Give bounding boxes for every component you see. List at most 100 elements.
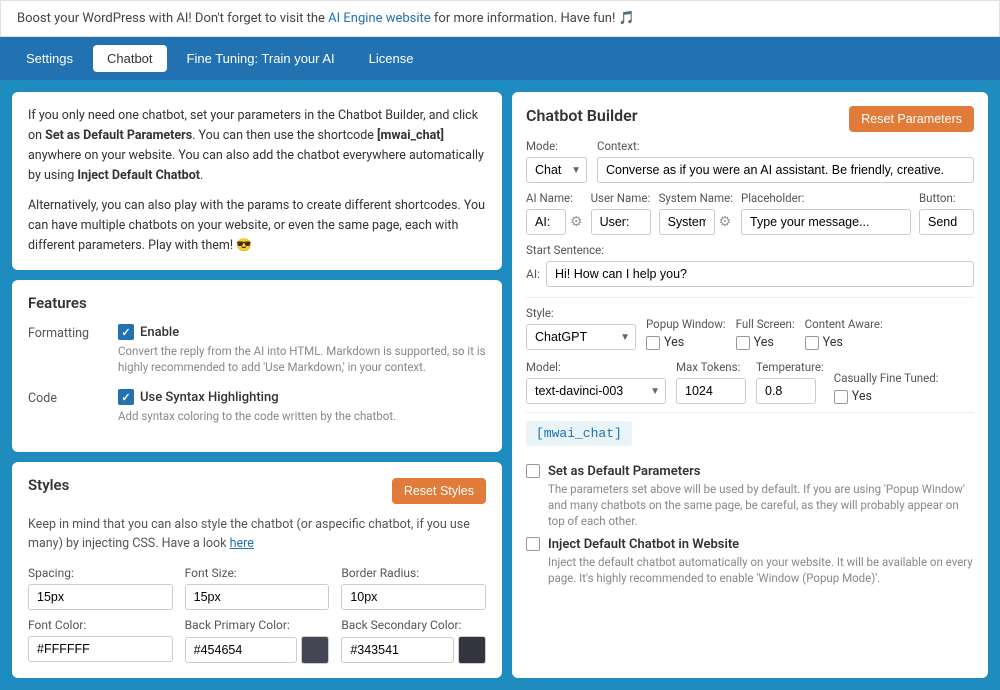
back-primary-swatch[interactable] bbox=[301, 636, 329, 664]
style-select[interactable]: ChatGPT bbox=[526, 324, 636, 350]
spacing-input[interactable] bbox=[28, 584, 173, 610]
inject-checkbox[interactable] bbox=[526, 537, 540, 551]
content-aware-group: Content Aware: Yes bbox=[805, 317, 883, 350]
placeholder-input[interactable] bbox=[741, 209, 911, 235]
content-aware-label: Content Aware: bbox=[805, 317, 883, 331]
start-sentence-input[interactable] bbox=[546, 261, 974, 287]
back-primary-input[interactable] bbox=[185, 637, 298, 663]
font-color-label: Font Color: bbox=[28, 618, 173, 632]
intro-bold2: Inject Default Chatbot bbox=[77, 168, 200, 183]
system-name-group: System Name: ⚙ bbox=[659, 191, 733, 235]
styles-grid: Spacing: Font Size: Border Radius: Font … bbox=[28, 566, 486, 664]
button-input[interactable] bbox=[919, 209, 974, 235]
top-notice: Boost your WordPress with AI! Don't forg… bbox=[0, 0, 1000, 37]
ai-name-input[interactable] bbox=[526, 209, 566, 235]
button-label: Button: bbox=[919, 191, 974, 205]
style-group: Style: ChatGPT ▼ bbox=[526, 306, 636, 350]
intro-code1: [mwai_chat] bbox=[377, 128, 444, 143]
inject-row: Inject Default Chatbot in Website Inject… bbox=[526, 537, 974, 586]
chatbot-builder-panel: Chatbot Builder Reset Parameters Mode: C… bbox=[512, 92, 988, 678]
code-checkbox[interactable] bbox=[118, 389, 134, 405]
popup-window-check-group: Yes bbox=[646, 335, 726, 350]
shortcode-badge: [mwai_chat] bbox=[526, 421, 632, 446]
tab-settings[interactable]: Settings bbox=[12, 45, 87, 72]
intro-text4: . bbox=[200, 168, 203, 183]
formatting-desc: Convert the reply from the AI into HTML.… bbox=[118, 343, 486, 375]
back-primary-wrap bbox=[185, 636, 330, 664]
model-select-wrap: text-davinci-003 ▼ bbox=[526, 378, 666, 404]
model-select[interactable]: text-davinci-003 bbox=[526, 378, 666, 404]
spacing-field: Spacing: bbox=[28, 566, 173, 610]
set-default-label: Set as Default Parameters bbox=[548, 464, 700, 479]
start-sentence-group: Start Sentence: AI: bbox=[526, 243, 974, 287]
temperature-label: Temperature: bbox=[756, 360, 824, 374]
system-name-input[interactable] bbox=[659, 209, 715, 235]
formatting-right: Enable Convert the reply from the AI int… bbox=[118, 324, 486, 375]
font-size-input[interactable] bbox=[185, 584, 330, 610]
font-color-input[interactable] bbox=[28, 636, 173, 662]
start-sentence-ai-label: AI: bbox=[526, 267, 540, 281]
temperature-input[interactable] bbox=[756, 378, 816, 404]
back-secondary-input[interactable] bbox=[341, 637, 454, 663]
content-aware-value: Yes bbox=[823, 335, 843, 350]
reset-params-button[interactable]: Reset Parameters bbox=[849, 106, 974, 132]
mode-context-row: Mode: Chat ▼ Context: bbox=[526, 139, 974, 183]
formatting-row: Formatting Enable Convert the reply from… bbox=[28, 324, 486, 375]
code-desc: Add syntax coloring to the code written … bbox=[118, 408, 486, 424]
formatting-checkbox[interactable] bbox=[118, 324, 134, 340]
content-aware-checkbox[interactable] bbox=[805, 336, 819, 350]
set-default-checkbox[interactable] bbox=[526, 464, 540, 478]
set-default-text: Set as Default Parameters The parameters… bbox=[548, 464, 974, 529]
max-tokens-label: Max Tokens: bbox=[676, 360, 746, 374]
intro-box: If you only need one chatbot, set your p… bbox=[12, 92, 502, 270]
mode-label: Mode: bbox=[526, 139, 587, 153]
full-screen-checkbox[interactable] bbox=[736, 336, 750, 350]
casually-fine-tuned-checkbox[interactable] bbox=[834, 390, 848, 404]
font-size-field: Font Size: bbox=[185, 566, 330, 610]
tab-chatbot[interactable]: Chatbot bbox=[93, 45, 167, 72]
border-radius-input[interactable] bbox=[341, 584, 486, 610]
notice-text2: for more information. Have fun! 🎵 bbox=[431, 11, 635, 26]
code-row: Code Use Syntax Highlighting Add syntax … bbox=[28, 389, 486, 424]
intro-bold1: Set as Default Parameters bbox=[45, 128, 192, 143]
back-primary-label: Back Primary Color: bbox=[185, 618, 330, 632]
border-radius-label: Border Radius: bbox=[341, 566, 486, 580]
full-screen-value: Yes bbox=[754, 335, 774, 350]
context-input[interactable] bbox=[597, 157, 974, 183]
notice-link[interactable]: AI Engine website bbox=[328, 11, 431, 26]
full-screen-check-group: Yes bbox=[736, 335, 795, 350]
notice-text: Boost your WordPress with AI! Don't forg… bbox=[17, 11, 328, 26]
user-name-input[interactable] bbox=[591, 209, 651, 235]
back-secondary-swatch[interactable] bbox=[458, 636, 486, 664]
spacing-label: Spacing: bbox=[28, 566, 173, 580]
tab-finetuning[interactable]: Fine Tuning: Train your AI bbox=[173, 45, 349, 72]
separator1 bbox=[526, 297, 974, 298]
reset-styles-button[interactable]: Reset Styles bbox=[392, 478, 486, 504]
features-title: Features bbox=[28, 294, 486, 312]
casually-fine-tuned-label: Casually Fine Tuned: bbox=[834, 371, 939, 385]
tab-license[interactable]: License bbox=[355, 45, 428, 72]
inject-label: Inject Default Chatbot in Website bbox=[548, 537, 739, 552]
formatting-checkbox-label: Enable bbox=[140, 325, 179, 340]
intro-text5: Alternatively, you can also play with th… bbox=[28, 196, 486, 256]
popup-window-group: Popup Window: Yes bbox=[646, 317, 726, 350]
font-color-field: Font Color: bbox=[28, 618, 173, 664]
code-label: Code bbox=[28, 389, 118, 406]
ai-name-row: AI Name: ⚙ User Name: System Name: ⚙ Pla… bbox=[526, 191, 974, 235]
styles-link[interactable]: here bbox=[230, 536, 254, 551]
code-checkbox-label: Use Syntax Highlighting bbox=[140, 390, 279, 405]
popup-window-checkbox[interactable] bbox=[646, 336, 660, 350]
nav-bar: Settings Chatbot Fine Tuning: Train your… bbox=[0, 37, 1000, 80]
ai-name-group: AI Name: ⚙ bbox=[526, 191, 583, 235]
start-sentence-row: Start Sentence: AI: bbox=[526, 243, 974, 287]
code-right: Use Syntax Highlighting Add syntax color… bbox=[118, 389, 486, 424]
max-tokens-input[interactable] bbox=[676, 378, 746, 404]
back-secondary-label: Back Secondary Color: bbox=[341, 618, 486, 632]
model-row: Model: text-davinci-003 ▼ Max Tokens: Te… bbox=[526, 360, 974, 404]
features-box: Features Formatting Enable Convert the r… bbox=[12, 280, 502, 452]
start-sentence-label: Start Sentence: bbox=[526, 243, 974, 257]
set-default-desc: The parameters set above will be used by… bbox=[548, 481, 974, 529]
style-row: Style: ChatGPT ▼ Popup Window: Yes Full … bbox=[526, 306, 974, 350]
mode-select[interactable]: Chat bbox=[526, 157, 587, 183]
back-secondary-wrap bbox=[341, 636, 486, 664]
